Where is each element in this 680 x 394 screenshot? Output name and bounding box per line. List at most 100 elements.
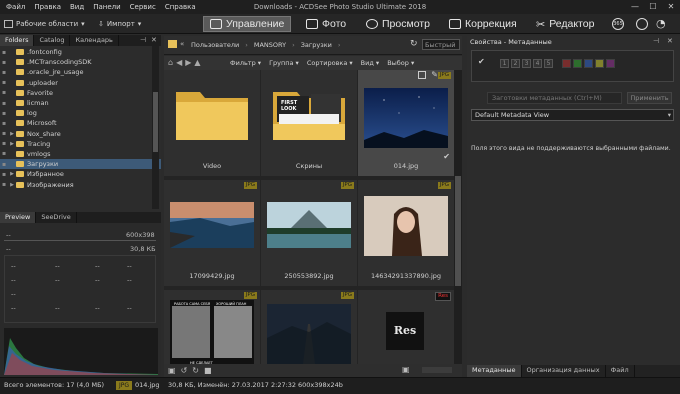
- pin-icon[interactable]: ▪: [0, 120, 8, 127]
- color-label-button[interactable]: [595, 59, 604, 68]
- home-icon[interactable]: ⌂: [168, 58, 173, 67]
- file-thumbnail[interactable]: JPG: [261, 290, 357, 364]
- rotate-left-icon[interactable]: ↺: [181, 366, 188, 375]
- file-list-scroll-thumb[interactable]: [455, 176, 461, 286]
- expand-arrow-icon[interactable]: ▶: [8, 131, 16, 137]
- metadata-view-select[interactable]: Default Metadata View ▾: [471, 109, 674, 121]
- file-thumbnail[interactable]: FIRST LOOK Скрины: [261, 70, 357, 176]
- tab-file[interactable]: Файл: [606, 365, 635, 377]
- pin-icon[interactable]: ▪: [0, 59, 8, 66]
- pin-icon[interactable]: ▪: [0, 171, 8, 178]
- pin-icon[interactable]: ▪: [0, 79, 8, 86]
- expand-arrow-icon[interactable]: ▶: [8, 141, 16, 147]
- folder-item[interactable]: ▪ Загрузки: [0, 159, 161, 170]
- folder-item[interactable]: ▪ ▶ Nox_share: [0, 129, 161, 139]
- sort-dropdown[interactable]: Сортировка ▾: [307, 59, 353, 67]
- pin-icon[interactable]: ▪: [0, 140, 8, 147]
- rating-1-button[interactable]: 1: [500, 59, 509, 68]
- folder-item[interactable]: ▪ Favorite: [0, 88, 161, 98]
- stop-icon[interactable]: ■: [204, 366, 212, 375]
- file-thumbnail[interactable]: JPG 250553892.jpg: [261, 180, 357, 286]
- mode-develop[interactable]: Коррекция: [443, 16, 523, 32]
- up-icon[interactable]: ▲: [194, 58, 200, 67]
- color-label-button[interactable]: [573, 59, 582, 68]
- check-icon[interactable]: ✔: [478, 57, 485, 66]
- menu-tools[interactable]: Сервис: [130, 3, 156, 11]
- refresh-icon[interactable]: ↻: [410, 39, 418, 49]
- tab-calendar[interactable]: Календарь: [70, 35, 119, 46]
- mode-view[interactable]: Просмотр: [360, 16, 436, 32]
- tab-organize[interactable]: Организация данных: [522, 365, 606, 377]
- menu-help[interactable]: Справка: [165, 3, 196, 11]
- mode-manage[interactable]: Управление: [203, 16, 292, 32]
- tab-seedrive[interactable]: SeeDrive: [36, 212, 77, 223]
- file-thumbnail[interactable]: Video: [164, 70, 260, 176]
- folder-item[interactable]: ▪ ▶ Избранное: [0, 169, 161, 179]
- folder-item[interactable]: ▪ licman: [0, 98, 161, 108]
- file-thumbnail[interactable]: JPG 14634291337890.jpg: [358, 180, 454, 286]
- filter-dropdown[interactable]: Фильтр ▾: [230, 59, 261, 67]
- tab-folders[interactable]: Folders: [0, 35, 35, 46]
- close-icon[interactable]: ✕: [151, 36, 157, 44]
- pin-icon[interactable]: ▪: [0, 49, 8, 56]
- folder-item[interactable]: ▪ Microsoft: [0, 118, 161, 128]
- folder-item[interactable]: ▪ vmlogs: [0, 149, 161, 159]
- metadata-presets-dropdown[interactable]: Заготовки метаданных (Ctrl+M): [487, 92, 622, 104]
- rating-5-button[interactable]: 5: [544, 59, 553, 68]
- pin-icon[interactable]: ⊣: [653, 37, 659, 45]
- dashboard-icon[interactable]: [636, 18, 648, 30]
- apply-button[interactable]: Применить: [627, 92, 672, 104]
- tab-catalog[interactable]: Catalog: [34, 35, 71, 46]
- thumbnail-icon[interactable]: ▣: [402, 365, 410, 374]
- menu-file[interactable]: Файл: [6, 3, 25, 11]
- tab-preview[interactable]: Preview: [0, 212, 37, 223]
- forward-icon[interactable]: ▶: [185, 58, 191, 67]
- color-label-button[interactable]: [584, 59, 593, 68]
- rating-3-button[interactable]: 3: [522, 59, 531, 68]
- minimize-button[interactable]: —: [626, 0, 644, 14]
- pin-icon[interactable]: ▪: [0, 100, 8, 107]
- maximize-button[interactable]: ☐: [644, 0, 662, 14]
- breadcrumb-item[interactable]: Загрузки: [301, 41, 332, 49]
- expand-arrow-icon[interactable]: ▶: [8, 182, 16, 188]
- file-thumbnail[interactable]: Res Res: [358, 290, 454, 364]
- rotate-right-icon[interactable]: ↻: [192, 366, 199, 375]
- folder-item[interactable]: ▪ .oracle_jre_usage: [0, 67, 161, 77]
- expand-arrow-icon[interactable]: ▶: [8, 171, 16, 177]
- breadcrumb-item[interactable]: MANSORY: [254, 41, 286, 49]
- chevron-left-icon[interactable]: «: [180, 40, 184, 48]
- mode-photos[interactable]: Фото: [300, 16, 352, 32]
- menu-edit[interactable]: Правка: [34, 3, 61, 11]
- color-label-button[interactable]: [606, 59, 615, 68]
- import-dropdown[interactable]: ⇩ Импорт ▾: [98, 17, 141, 31]
- folder-item[interactable]: ▪ .fontconfig: [0, 47, 161, 57]
- close-button[interactable]: ✕: [662, 0, 680, 14]
- file-thumbnail[interactable]: РАБОТА САМА СЕБЯ ХОРОШИЙ ПЛАН НЕ СДЕЛАЕТ JP…: [164, 290, 260, 364]
- folder-item[interactable]: ▪ .MCTranscodingSDK: [0, 57, 161, 67]
- folder-item[interactable]: ▪ ▶ Tracing: [0, 139, 161, 149]
- workspaces-dropdown[interactable]: Рабочие области ▾: [4, 17, 85, 31]
- close-icon[interactable]: ✕: [667, 37, 673, 45]
- file-thumbnail[interactable]: JPG ✎ ✔ 014.jpg: [358, 70, 454, 176]
- breadcrumb-item[interactable]: Пользователи: [191, 41, 239, 49]
- acdsee-365-icon[interactable]: 365: [612, 18, 624, 30]
- pin-icon[interactable]: ▪: [0, 181, 8, 188]
- select-checkbox[interactable]: [418, 71, 426, 79]
- folder-item[interactable]: ▪ ▶ Изображения: [0, 179, 161, 189]
- menu-panels[interactable]: Панели: [93, 3, 120, 11]
- pin-icon[interactable]: ▪: [0, 69, 8, 76]
- refresh-eye-icon[interactable]: ◔: [656, 17, 666, 30]
- pin-icon[interactable]: ▪: [0, 130, 8, 137]
- rating-2-button[interactable]: 2: [511, 59, 520, 68]
- pin-icon[interactable]: ▪: [0, 150, 8, 157]
- back-icon[interactable]: ◀: [176, 58, 182, 67]
- pin-icon[interactable]: ⊣: [140, 36, 146, 44]
- tab-metadata[interactable]: Метаданные: [467, 365, 522, 377]
- check-icon[interactable]: ✔: [443, 152, 450, 161]
- folder-item[interactable]: ▪ log: [0, 108, 161, 118]
- folder-scroll-thumb[interactable]: [153, 92, 158, 152]
- zoom-slider[interactable]: [422, 367, 452, 373]
- color-label-button[interactable]: [562, 59, 571, 68]
- select-dropdown[interactable]: Выбор ▾: [387, 59, 414, 67]
- rating-4-button[interactable]: 4: [533, 59, 542, 68]
